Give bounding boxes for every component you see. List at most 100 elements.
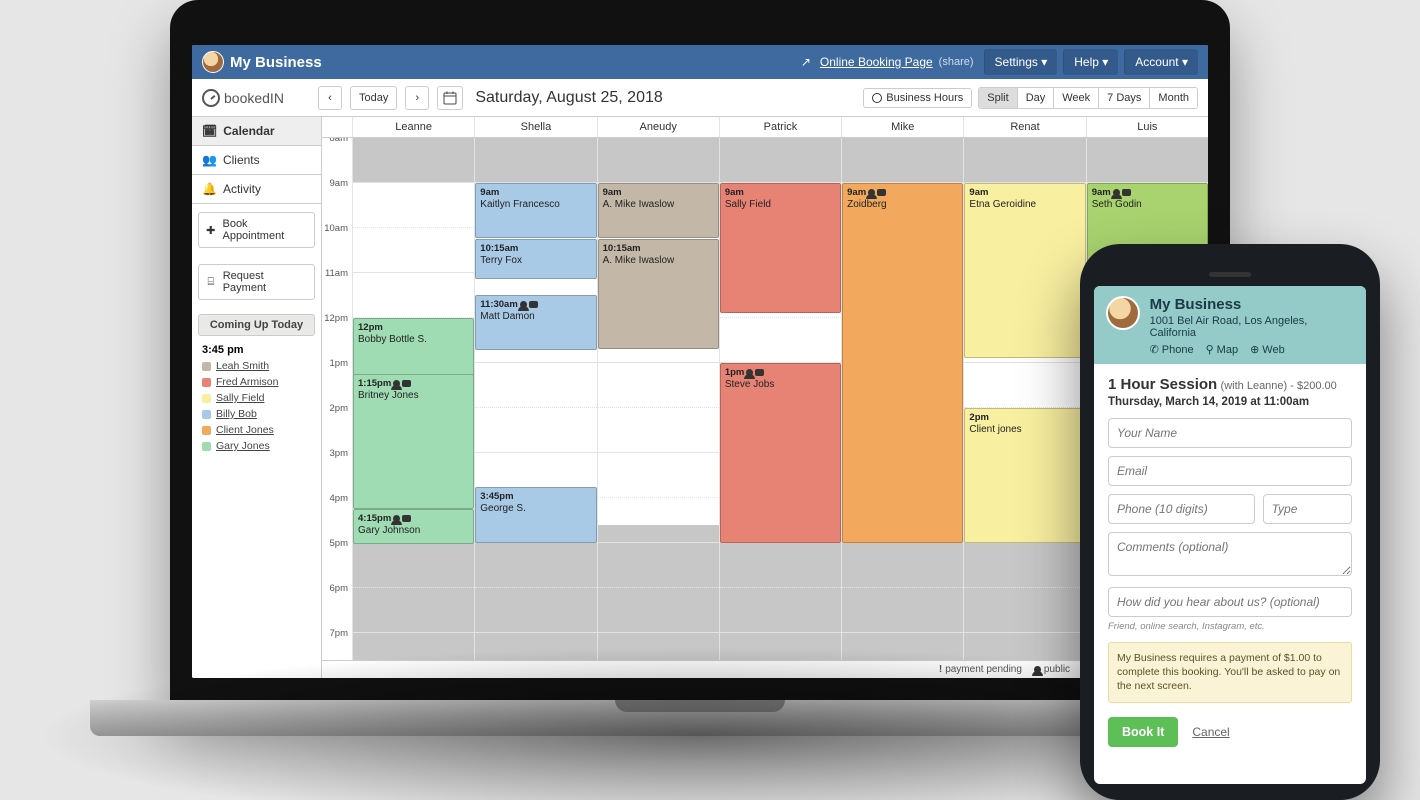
appointment[interactable]: 4:15pm Gary Johnson (353, 509, 474, 544)
staff-header[interactable]: Aneudy (597, 117, 719, 137)
appointment[interactable]: 2pmClient jones (964, 408, 1085, 543)
help-menu[interactable]: Help ▾ (1063, 49, 1118, 75)
mobile-web-link[interactable]: ⊕Web (1250, 343, 1285, 356)
mobile-address: 1001 Bel Air Road, Los Angeles, Californ… (1150, 315, 1354, 339)
color-swatch (202, 394, 211, 403)
appointment[interactable]: 3:45pmGeorge S. (475, 487, 596, 543)
next-button[interactable]: › (405, 86, 429, 110)
staff-header[interactable]: Shella (474, 117, 596, 137)
staff-header[interactable]: Mike (841, 117, 963, 137)
person-icon (393, 380, 400, 387)
service-datetime: Thursday, March 14, 2019 at 11:00am (1108, 396, 1352, 408)
mobile-preview: My Business 1001 Bel Air Road, Los Angel… (1080, 244, 1380, 800)
view-switcher: SplitDayWeek7 DaysMonth (978, 87, 1198, 109)
legend: !payment pending public ✔confirmed ⊘no s… (322, 660, 1208, 678)
staff-column: 9amKaitlyn Francesco10:15amTerry Fox 11:3… (474, 138, 596, 660)
staff-header[interactable]: Leanne (352, 117, 474, 137)
sidebar: 🗓Calendar👥Clients🔔Activity ✚ Book Appoint… (192, 117, 322, 678)
appointment[interactable]: 9amEtna Geroidine (964, 183, 1085, 358)
app-topbar: My Business ↗ Online Booking Page (share… (192, 45, 1208, 79)
coming-up-item[interactable]: Client Jones (192, 422, 321, 438)
sidebar-nav: 🗓Calendar👥Clients🔔Activity (192, 117, 321, 204)
email-field[interactable] (1108, 456, 1352, 486)
logo: bookedIN (202, 89, 310, 107)
chat-icon (1122, 189, 1131, 196)
coming-up-item[interactable]: Billy Bob (192, 406, 321, 422)
staff-header[interactable]: Renat (963, 117, 1085, 137)
view-week[interactable]: Week (1053, 88, 1098, 108)
appointment[interactable]: 10:15amA. Mike Iwaslow (598, 239, 719, 349)
prev-button[interactable]: ‹ (318, 86, 342, 110)
appointment[interactable]: 1pm Steve Jobs (720, 363, 841, 543)
mobile-header: My Business 1001 Bel Air Road, Los Angel… (1094, 286, 1366, 364)
coming-up-title: Coming Up Today (198, 314, 315, 336)
book-it-button[interactable]: Book It (1108, 717, 1178, 747)
coming-up-item[interactable]: Fred Armison (192, 374, 321, 390)
calendar-toolbar: bookedIN ‹ Today › Saturday, August 25, … (192, 79, 1208, 117)
calendar-icon-button[interactable] (437, 86, 463, 110)
sidebar-item-calendar[interactable]: 🗓Calendar (192, 117, 321, 146)
name-field[interactable] (1108, 418, 1352, 448)
phone-type-field[interactable] (1263, 494, 1352, 524)
phone-field[interactable] (1108, 494, 1255, 524)
person-icon (1113, 189, 1120, 196)
coming-up-item[interactable]: Gary Jones (192, 438, 321, 454)
settings-menu[interactable]: Settings ▾ (984, 49, 1058, 75)
plus-icon: ✚ (205, 224, 216, 237)
staff-header[interactable]: Patrick (719, 117, 841, 137)
cancel-link[interactable]: Cancel (1192, 725, 1229, 739)
color-swatch (202, 426, 211, 435)
person-icon (746, 369, 753, 376)
mobile-avatar (1106, 296, 1140, 330)
request-payment-label: Request Payment (223, 270, 308, 294)
mobile-map-link[interactable]: ⚲Map (1206, 343, 1238, 356)
today-button[interactable]: Today (350, 86, 397, 110)
mobile-phone-link[interactable]: ✆Phone (1150, 343, 1194, 356)
appointment[interactable]: 1:15pm Britney Jones (353, 374, 474, 509)
coming-up-item[interactable]: Sally Field (192, 390, 321, 406)
appointment[interactable]: 9amSally Field (720, 183, 841, 313)
current-date: Saturday, August 25, 2018 (475, 89, 662, 107)
avatar[interactable] (202, 51, 224, 73)
clock-small-icon (872, 93, 882, 103)
request-payment-button[interactable]: ⌸Request Payment (198, 264, 315, 300)
view-month[interactable]: Month (1149, 88, 1197, 108)
payment-notice: My Business requires a payment of $1.00 … (1108, 642, 1352, 703)
heard-about-field[interactable] (1108, 587, 1352, 617)
appointment[interactable]: 9am Zoidberg (842, 183, 963, 543)
activity-icon: 🔔 (202, 182, 217, 196)
coming-up-item[interactable]: Leah Smith (192, 358, 321, 374)
online-booking-link[interactable]: Online Booking Page (820, 55, 933, 69)
service-with: (with Leanne) (1221, 380, 1288, 392)
sidebar-item-clients[interactable]: 👥Clients (192, 146, 321, 175)
color-swatch (202, 410, 211, 419)
appointment[interactable]: 11:30am Matt Damon (475, 295, 596, 350)
phone-icon: ✆ (1150, 343, 1159, 356)
appointment[interactable]: 10:15amTerry Fox (475, 239, 596, 279)
staff-column: 9amEtna Geroidine 2pmClient jones (963, 138, 1085, 660)
chat-icon (877, 189, 886, 196)
view-day[interactable]: Day (1017, 88, 1054, 108)
staff-column: 12pmBobby Bottle S.1:15pm Britney Jones4… (352, 138, 474, 660)
comments-field[interactable] (1108, 532, 1352, 576)
staff-column: 9am Zoidberg (841, 138, 963, 660)
business-title: My Business (230, 54, 322, 71)
sidebar-item-activity[interactable]: 🔔Activity (192, 175, 321, 204)
staff-column: 9amA. Mike Iwaslow10:15amA. Mike Iwaslow (597, 138, 719, 660)
book-appointment-button[interactable]: ✚ Book Appointment (198, 212, 315, 248)
staff-column: 9amSally Field 1pm Steve Jobs (719, 138, 841, 660)
time-axis: 8am9am10am11am12pm1pm2pm3pm4pm5pm6pm7pm (322, 138, 352, 660)
staff-header[interactable]: Luis (1086, 117, 1208, 137)
business-hours-label: Business Hours (886, 92, 963, 104)
appointment[interactable]: 9amKaitlyn Francesco (475, 183, 596, 238)
view-7days[interactable]: 7 Days (1098, 88, 1149, 108)
chat-icon (529, 301, 538, 308)
share-label[interactable]: (share) (939, 56, 974, 68)
logo-text: bookedIN (224, 90, 284, 106)
book-appointment-label: Book Appointment (222, 218, 308, 242)
color-swatch (202, 362, 211, 371)
business-hours-button[interactable]: Business Hours (863, 88, 972, 108)
account-menu[interactable]: Account ▾ (1124, 49, 1198, 75)
appointment[interactable]: 9amA. Mike Iwaslow (598, 183, 719, 238)
view-split[interactable]: Split (979, 88, 1016, 108)
